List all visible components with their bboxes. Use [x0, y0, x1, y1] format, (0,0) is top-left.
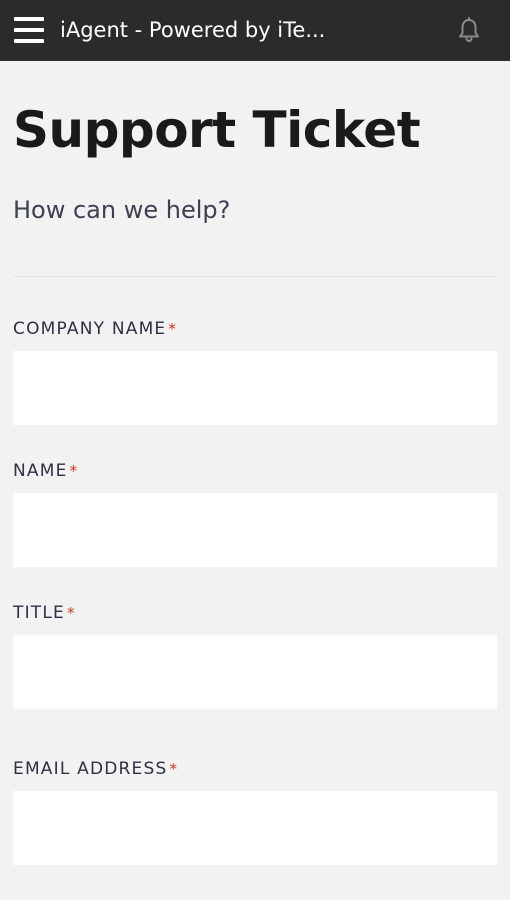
name-label: NAME * [13, 461, 79, 481]
required-marker: * [169, 760, 179, 778]
name-input[interactable] [13, 493, 497, 567]
required-marker: * [168, 320, 178, 338]
app-screen: iAgent - Powered by iTe... Support Ticke… [0, 0, 510, 900]
bell-icon[interactable] [455, 16, 483, 44]
title-label: TITLE * [13, 603, 76, 623]
divider [13, 276, 497, 277]
page-title: Support Ticket [13, 101, 421, 159]
required-marker: * [69, 462, 79, 480]
page-subtitle: How can we help? [13, 196, 231, 224]
company-name-input[interactable] [13, 351, 497, 425]
app-title: iAgent - Powered by iTe... [60, 18, 326, 42]
email-address-label: EMAIL ADDRESS * [13, 759, 179, 779]
required-marker: * [67, 604, 76, 622]
title-input[interactable] [13, 635, 497, 709]
company-name-label: COMPANY NAME * [13, 319, 178, 339]
email-address-input[interactable] [13, 791, 497, 865]
top-app-bar: iAgent - Powered by iTe... [0, 0, 510, 61]
hamburger-menu-icon[interactable] [14, 17, 44, 43]
